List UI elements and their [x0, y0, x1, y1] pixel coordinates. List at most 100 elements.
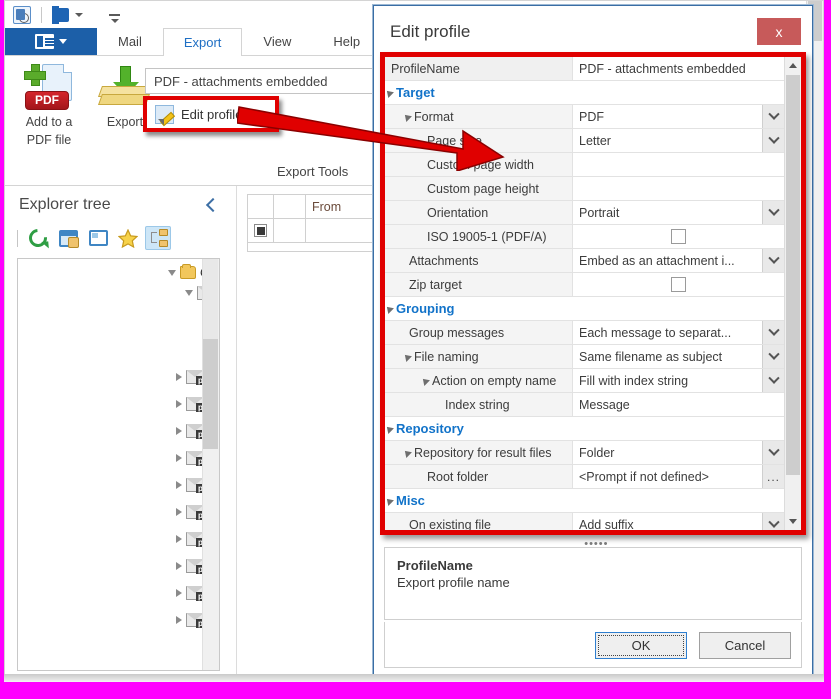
expander-icon[interactable]: [385, 423, 394, 434]
property-row[interactable]: Custom page width: [385, 153, 784, 177]
tree-item-mail[interactable]: p: [176, 559, 205, 574]
tab-export[interactable]: Export: [162, 28, 243, 56]
tree-item-mail[interactable]: p: [176, 586, 205, 601]
expander-icon[interactable]: [168, 269, 176, 276]
dropdown-button[interactable]: [762, 201, 784, 224]
property-row[interactable]: Zip target: [385, 273, 784, 297]
expander-icon[interactable]: [402, 447, 412, 458]
expander-icon[interactable]: [420, 375, 430, 386]
property-row[interactable]: ProfileName PDF - attachments embedded: [385, 57, 784, 81]
customize-qat-icon[interactable]: [109, 13, 120, 23]
expander-icon[interactable]: [176, 562, 182, 570]
property-row[interactable]: File naming Same filename as subject: [385, 345, 784, 369]
tree-item-mail[interactable]: p: [176, 532, 205, 547]
column-header-flag[interactable]: [248, 195, 274, 218]
card-view-button[interactable]: [85, 226, 111, 250]
property-value-cell[interactable]: Same filename as subject: [573, 345, 762, 368]
property-row[interactable]: Custom page height: [385, 177, 784, 201]
tab-mail[interactable]: Mail: [97, 28, 163, 55]
export-profile-combo[interactable]: PDF - attachments embedded: [145, 68, 395, 94]
expander-icon[interactable]: [176, 589, 182, 597]
tab-view[interactable]: View: [242, 28, 312, 55]
cancel-button[interactable]: Cancel: [699, 632, 791, 659]
property-row[interactable]: Root folder <Prompt if not defined>...: [385, 465, 784, 489]
expander-icon[interactable]: [176, 373, 182, 381]
property-row[interactable]: On existing file Add suffix: [385, 513, 784, 530]
property-value-cell[interactable]: PDF: [573, 105, 762, 128]
expander-icon[interactable]: [385, 495, 394, 506]
property-category-row[interactable]: Target: [385, 81, 784, 105]
property-value-cell[interactable]: Add suffix: [573, 513, 762, 530]
property-row[interactable]: Group messages Each message to separat...: [385, 321, 784, 345]
expander-icon[interactable]: [176, 400, 182, 408]
tree-item-mail[interactable]: p: [176, 397, 205, 412]
property-grid-scrollbar[interactable]: [784, 57, 801, 530]
property-value-cell[interactable]: Embed as an attachment i...: [573, 249, 762, 272]
expander-icon[interactable]: [385, 303, 394, 314]
property-row[interactable]: Action on empty name Fill with index stri…: [385, 369, 784, 393]
expander-icon[interactable]: [185, 290, 193, 296]
scroll-up-button[interactable]: [785, 57, 801, 74]
scrollbar-thumb[interactable]: [786, 75, 800, 475]
expander-icon[interactable]: [176, 535, 182, 543]
close-icon[interactable]: x: [757, 18, 801, 45]
property-value-cell[interactable]: Folder: [573, 441, 762, 464]
property-row[interactable]: Attachments Embed as an attachment i...: [385, 249, 784, 273]
expander-icon[interactable]: [176, 616, 182, 624]
dropdown-button[interactable]: [762, 369, 784, 392]
property-row[interactable]: Format PDF: [385, 105, 784, 129]
tree-item-mail[interactable]: p: [176, 613, 205, 628]
dropdown-button[interactable]: [762, 249, 784, 272]
tree-item-mail[interactable]: p: [176, 505, 205, 520]
tree-item-mail[interactable]: p: [176, 370, 205, 385]
tree-item-mail[interactable]: p: [176, 424, 205, 439]
tree-item-mail[interactable]: p: [176, 451, 205, 466]
scroll-down-button[interactable]: [785, 513, 801, 530]
dropdown-button[interactable]: [762, 105, 784, 128]
property-grid[interactable]: ProfileName PDF - attachments embedded Tar…: [384, 56, 802, 531]
expander-icon[interactable]: [402, 351, 412, 362]
property-category-row[interactable]: Repository: [385, 417, 784, 441]
explorer-tree-box[interactable]: Ou p pppppppppp: [17, 258, 220, 671]
add-to-pdf-file-button[interactable]: PDF Add to a PDF file: [11, 62, 87, 148]
property-value-cell[interactable]: [573, 153, 784, 176]
property-row[interactable]: Repository for result files Folder: [385, 441, 784, 465]
tree-item-mail[interactable]: p: [176, 478, 205, 493]
tree-vertical-scrollbar[interactable]: [202, 259, 219, 670]
dropdown-button[interactable]: [762, 513, 784, 530]
tab-help[interactable]: Help: [312, 28, 381, 55]
outlook-icon[interactable]: [13, 5, 31, 24]
property-row[interactable]: Page size Letter: [385, 129, 784, 153]
property-value-cell[interactable]: Portrait: [573, 201, 762, 224]
column-header-attachment[interactable]: [274, 195, 306, 218]
property-value-cell[interactable]: Fill with index string: [573, 369, 762, 392]
ok-button[interactable]: OK: [595, 632, 687, 659]
property-value-cell[interactable]: Message: [573, 393, 784, 416]
property-row[interactable]: Orientation Portrait: [385, 201, 784, 225]
chevron-down-icon[interactable]: [75, 12, 83, 17]
dropdown-button[interactable]: [762, 129, 784, 152]
file-menu-button[interactable]: [5, 28, 97, 55]
expander-icon[interactable]: [176, 481, 182, 489]
expander-icon[interactable]: [176, 508, 182, 516]
scrollbar-thumb[interactable]: [203, 339, 218, 449]
dropdown-button[interactable]: [762, 441, 784, 464]
property-value-cell[interactable]: Letter: [573, 129, 762, 152]
dropdown-button[interactable]: [762, 345, 784, 368]
chevron-left-icon[interactable]: [205, 197, 221, 213]
property-value-cell[interactable]: Each message to separat...: [573, 321, 762, 344]
refresh-button[interactable]: [25, 225, 51, 251]
dropdown-button[interactable]: [762, 321, 784, 344]
property-value-cell[interactable]: [573, 177, 784, 200]
checkbox[interactable]: [671, 277, 686, 292]
favorites-button[interactable]: [115, 226, 141, 250]
property-category-row[interactable]: Grouping: [385, 297, 784, 321]
office-icon[interactable]: [52, 5, 69, 24]
property-value-cell[interactable]: [573, 273, 784, 296]
expander-icon[interactable]: [402, 111, 412, 122]
property-row[interactable]: Index string Message: [385, 393, 784, 417]
property-value-cell[interactable]: PDF - attachments embedded: [573, 57, 784, 80]
property-value-cell[interactable]: <Prompt if not defined>: [573, 465, 762, 488]
expander-icon[interactable]: [176, 454, 182, 462]
expander-icon[interactable]: [176, 427, 182, 435]
